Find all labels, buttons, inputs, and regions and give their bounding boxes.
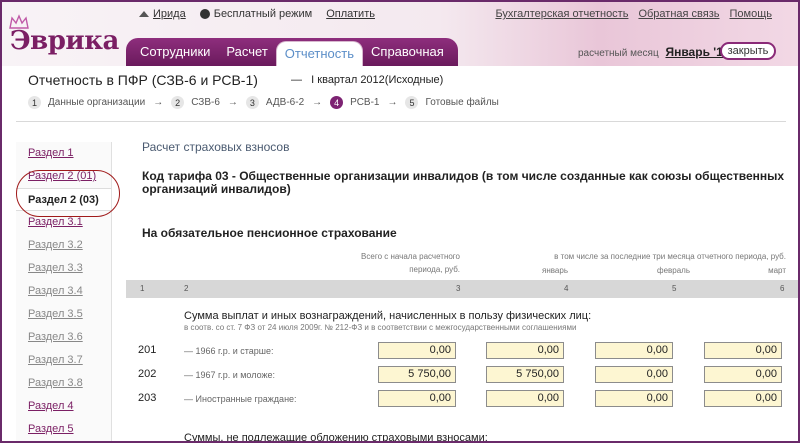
step-3-link[interactable]: АДВ-6-2 <box>266 97 304 108</box>
column-header-total: Всего с начала расчетного периода, руб. <box>361 252 460 274</box>
table-row: 203 — Иностранные граждане: 0,00 0,00 0,… <box>126 388 798 410</box>
app-window: Эврика Ирида Бесплатный режим Оплатить Б… <box>0 0 800 443</box>
row-code: 201 <box>138 344 157 356</box>
sidebar-item-section-4[interactable]: Раздел 4 <box>16 395 111 418</box>
sidebar-item-section-3-3[interactable]: Раздел 3.3 <box>16 257 111 280</box>
arrow-right-icon: → <box>153 97 164 108</box>
step-1-link[interactable]: Данные организации <box>48 97 145 108</box>
section-title: Расчет страховых взносов <box>142 140 290 154</box>
amount-input[interactable]: 0,00 <box>486 342 564 359</box>
step-number: 1 <box>28 96 41 109</box>
table-row: 202 — 1967 г.р. и моложе: 5 750,00 5 750… <box>126 364 798 386</box>
amount-input[interactable]: 5 750,00 <box>378 366 456 383</box>
tab-calculation[interactable]: Расчет <box>218 38 275 66</box>
payments-block-title: Сумма выплат и иных вознаграждений, начи… <box>184 310 592 322</box>
amount-input[interactable]: 0,00 <box>595 366 673 383</box>
column-number: 3 <box>456 284 461 293</box>
sidebar-item-section-3-8[interactable]: Раздел 3.8 <box>16 372 111 395</box>
row-code: 203 <box>138 392 157 404</box>
row-label: — 1967 г.р. и моложе: <box>184 370 276 380</box>
amount-input[interactable]: 0,00 <box>595 342 673 359</box>
column-number: 1 <box>140 284 145 293</box>
column-number: 2 <box>184 284 189 293</box>
step-5-link[interactable]: Готовые файлы <box>425 97 498 108</box>
pension-subheading: На обязательное пенсионное страхование <box>142 226 397 240</box>
logo[interactable]: Эврика <box>10 26 119 56</box>
step-2-link[interactable]: СЗВ-6 <box>191 97 220 108</box>
step-number: 5 <box>405 96 419 109</box>
amount-input[interactable]: 0,00 <box>595 390 673 407</box>
column-header-january: январь <box>542 266 568 275</box>
top-links: Ирида Бесплатный режим Оплатить <box>139 8 375 20</box>
arrow-right-icon: → <box>387 97 398 108</box>
feedback-link[interactable]: Обратная связь <box>638 8 719 20</box>
page-title: Отчетность в ПФР (СЗВ-6 и РСВ-1) <box>28 72 258 88</box>
mode-label: Бесплатный режим <box>213 8 313 20</box>
pay-link[interactable]: Оплатить <box>326 8 375 20</box>
amount-input[interactable]: 0,00 <box>704 342 782 359</box>
amount-input[interactable]: 0,00 <box>704 390 782 407</box>
accounting-link[interactable]: Бухгалтерская отчетность <box>495 8 628 20</box>
step-4-link[interactable]: РСВ-1 <box>350 97 379 108</box>
sidebar-item-section-3-7[interactable]: Раздел 3.7 <box>16 349 111 372</box>
main-content: Расчет страховых взносов Код тарифа 03 -… <box>126 130 798 443</box>
sidebar-item-section-1[interactable]: Раздел 1 <box>16 142 111 165</box>
column-numbers-row: 1 2 3 4 5 6 <box>126 280 798 298</box>
tariff-heading: Код тарифа 03 - Общественные организации… <box>142 169 785 196</box>
column-header-last-three-months: в том числе за последние три месяца отче… <box>554 252 786 261</box>
highlight-annotation <box>16 170 120 217</box>
column-number: 5 <box>672 284 677 293</box>
arrow-right-icon: → <box>227 97 238 108</box>
clock-icon <box>199 9 210 19</box>
main-tabs: Сотрудники Расчет Отчетность Справочная <box>126 38 458 66</box>
column-number: 4 <box>564 284 569 293</box>
period-selector: расчетный месяц Январь '12 <box>578 45 729 59</box>
non-taxable-block-title: Суммы, не подлежащие обложению страховым… <box>184 432 488 443</box>
tab-reference[interactable]: Справочная <box>363 38 452 66</box>
user-link[interactable]: Ирида <box>153 8 186 20</box>
amount-input[interactable]: 0,00 <box>378 342 456 359</box>
payments-block-note: в соотв. со ст. 7 ФЗ от 24 июля 2009г. №… <box>184 323 577 332</box>
arrow-right-icon: → <box>312 97 323 108</box>
column-number: 6 <box>780 284 785 293</box>
home-icon <box>139 7 149 17</box>
amount-input[interactable]: 0,00 <box>378 390 456 407</box>
period-label: расчетный месяц <box>578 48 659 59</box>
sidebar-item-section-5[interactable]: Раздел 5 <box>16 418 111 441</box>
sidebar-item-section-3-6[interactable]: Раздел 3.6 <box>16 326 111 349</box>
step-number: 3 <box>245 96 259 109</box>
amount-input[interactable]: 5 750,00 <box>486 366 564 383</box>
step-number-active: 4 <box>330 96 344 109</box>
report-header: Отчетность в ПФР (СЗВ-6 и РСВ-1) — I ква… <box>16 66 786 122</box>
row-label: — 1966 г.р. и старше: <box>184 346 274 356</box>
right-links: Бухгалтерская отчетность Обратная связь … <box>495 8 772 20</box>
tab-reports[interactable]: Отчетность <box>275 41 364 66</box>
help-link[interactable]: Помощь <box>730 8 773 20</box>
table-row: 201 — 1966 г.р. и старше: 0,00 0,00 0,00… <box>126 340 798 362</box>
step-number: 2 <box>171 96 185 109</box>
column-header-march: март <box>768 266 786 275</box>
amount-input[interactable]: 0,00 <box>704 366 782 383</box>
header: Эврика Ирида Бесплатный режим Оплатить Б… <box>2 2 798 66</box>
row-label: — Иностранные граждане: <box>184 394 297 404</box>
tab-employees[interactable]: Сотрудники <box>132 38 218 66</box>
wizard-steps: 1 Данные организации → 2 СЗВ-6 → 3 АДВ-6… <box>28 96 499 109</box>
column-header-february: февраль <box>656 266 690 275</box>
sidebar-item-section-3-5[interactable]: Раздел 3.5 <box>16 303 111 326</box>
sidebar-item-section-3-2[interactable]: Раздел 3.2 <box>16 234 111 257</box>
close-button[interactable]: закрыть <box>720 42 776 60</box>
sidebar-item-section-3-4[interactable]: Раздел 3.4 <box>16 280 111 303</box>
row-code: 202 <box>138 368 157 380</box>
amount-input[interactable]: 0,00 <box>486 390 564 407</box>
report-period: — I квартал 2012(Исходные) <box>291 74 444 86</box>
